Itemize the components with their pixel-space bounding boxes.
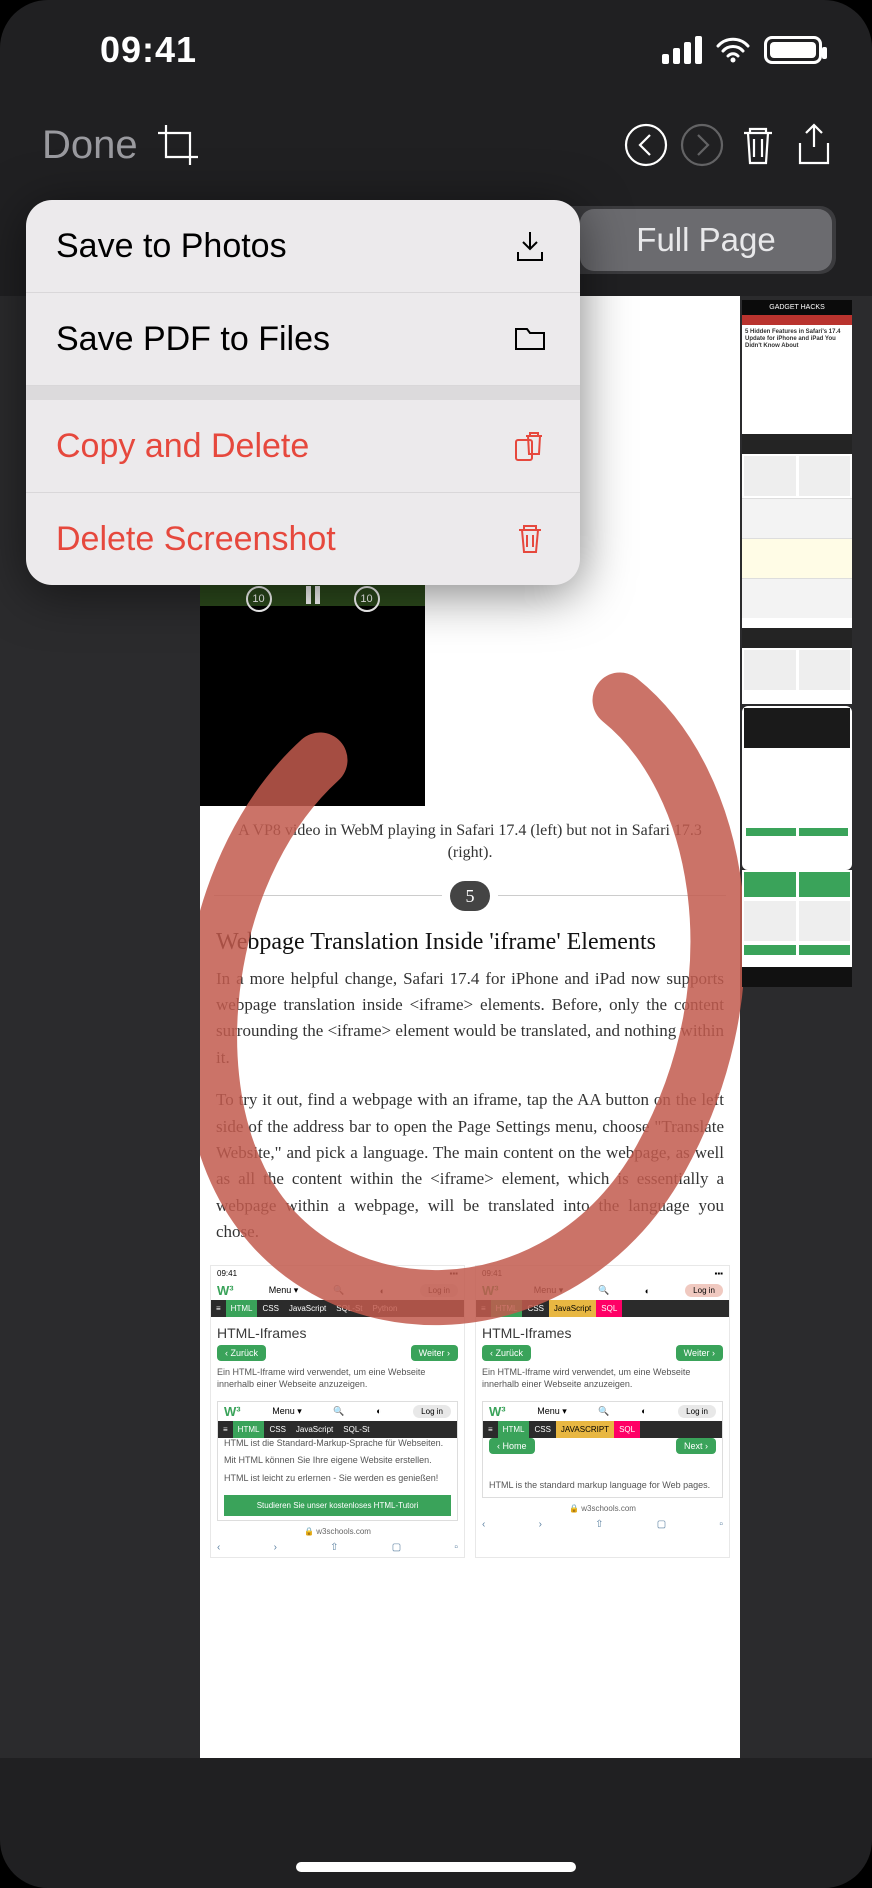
- section-number: 5: [450, 881, 490, 911]
- paragraph-2: To try it out, find a webpage with an if…: [200, 1087, 740, 1261]
- pause-icon: [306, 586, 320, 612]
- page-thumbnail[interactable]: [742, 434, 852, 618]
- paragraph-1: In a more helpful change, Safari 17.4 fo…: [200, 966, 740, 1087]
- menu-item-label: Save PDF to Files: [56, 320, 330, 359]
- editor-toolbar: Done: [0, 100, 872, 190]
- segment-full-page[interactable]: Full Page: [580, 209, 832, 271]
- menu-save-pdf-to-files[interactable]: Save PDF to Files: [26, 293, 580, 386]
- menu-copy-and-delete[interactable]: Copy and Delete: [26, 400, 580, 493]
- section-heading: Webpage Translation Inside 'iframe' Elem…: [200, 929, 740, 966]
- w3-logo: W³: [217, 1283, 234, 1298]
- page-thumbnail[interactable]: [742, 618, 852, 704]
- undo-icon[interactable]: [618, 117, 674, 173]
- page-thumbnail-strip[interactable]: GADGET HACKS 5 Hidden Features in Safari…: [742, 300, 852, 1758]
- thumb-brand: GADGET HACKS: [742, 300, 852, 315]
- home-indicator[interactable]: [296, 1862, 576, 1872]
- battery-icon: [764, 36, 822, 64]
- page-thumbnail[interactable]: GADGET HACKS 5 Hidden Features in Safari…: [742, 300, 852, 434]
- thumb-title: 5 Hidden Features in Safari's 17.4 Updat…: [742, 325, 852, 354]
- menu-save-to-photos[interactable]: Save to Photos: [26, 200, 580, 293]
- done-button[interactable]: Done: [30, 123, 150, 168]
- redo-icon: [674, 117, 730, 173]
- trash-icon: [510, 519, 550, 559]
- menu-item-label: Delete Screenshot: [56, 520, 336, 559]
- menu-item-label: Save to Photos: [56, 227, 287, 266]
- download-icon: [510, 226, 550, 266]
- page-thumbnail[interactable]: [742, 967, 852, 987]
- section-divider: 5: [214, 881, 726, 911]
- folder-icon: [510, 319, 550, 359]
- share-icon[interactable]: [786, 117, 842, 173]
- comparison-screenshots: 09:41▪▪▪ W³ Menu ▾ 🔍◐ Log in ≡ HTML CSS …: [200, 1261, 740, 1557]
- page-thumbnail[interactable]: [742, 870, 852, 967]
- copy-trash-icon: [510, 426, 550, 466]
- rewind-icon: 10: [246, 586, 272, 612]
- trash-icon[interactable]: [730, 117, 786, 173]
- forward-icon: 10: [354, 586, 380, 612]
- status-indicators: [662, 36, 822, 64]
- status-bar: 09:41: [0, 0, 872, 100]
- right-screenshot: 09:41▪▪▪ W³ Menu ▾ 🔍◐ Log in ≡ HTML CSS …: [475, 1265, 730, 1557]
- page-thumbnail-selected[interactable]: [742, 706, 852, 870]
- figure-caption: A VP8 video in WebM playing in Safari 17…: [200, 814, 740, 871]
- left-screenshot: 09:41▪▪▪ W³ Menu ▾ 🔍◐ Log in ≡ HTML CSS …: [210, 1265, 465, 1557]
- crop-icon[interactable]: [150, 117, 206, 173]
- wifi-icon: [716, 37, 750, 63]
- menu-item-label: Copy and Delete: [56, 427, 309, 466]
- status-time: 09:41: [100, 29, 197, 71]
- menu-delete-screenshot[interactable]: Delete Screenshot: [26, 493, 580, 585]
- action-menu: Save to Photos Save PDF to Files Copy an…: [26, 200, 580, 585]
- cellular-icon: [662, 36, 702, 64]
